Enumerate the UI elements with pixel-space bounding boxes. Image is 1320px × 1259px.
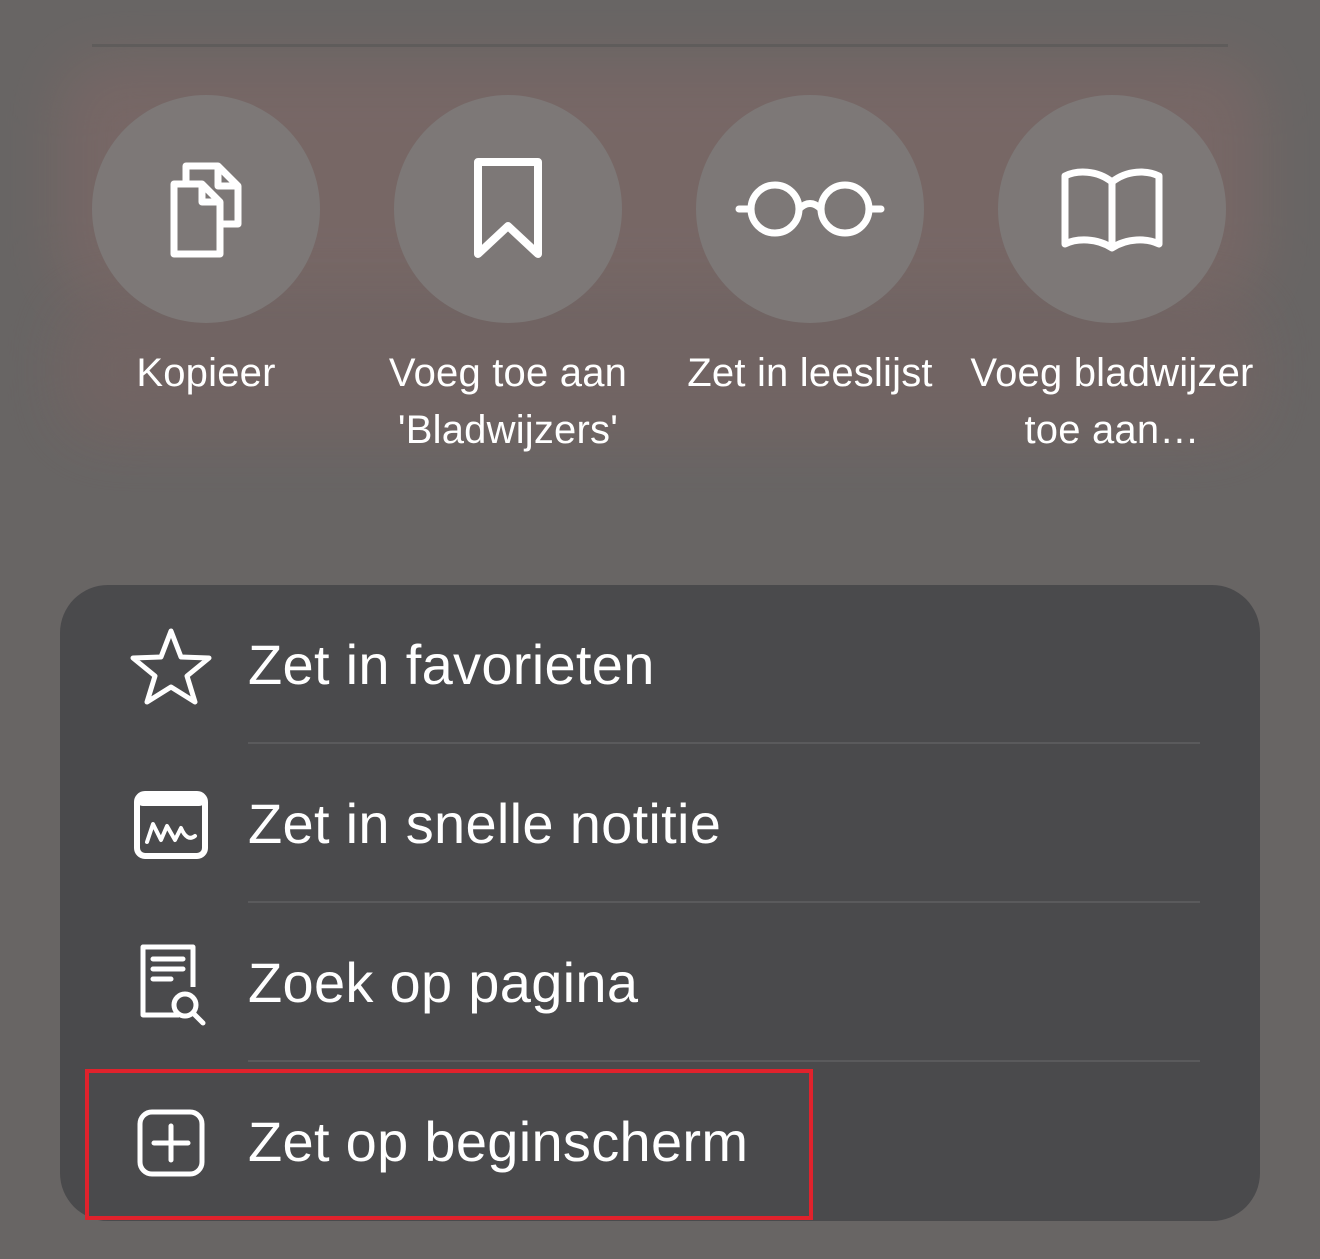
menu-item-find-on-page[interactable]: Zoek op pagina xyxy=(60,903,1260,1061)
menu-item-icon xyxy=(128,623,214,709)
bookmark-icon xyxy=(474,158,542,258)
share-menu-list: Zet in favorieten Zet in snelle notitie xyxy=(60,585,1260,1221)
menu-item-label: Zet in snelle notitie xyxy=(248,792,722,855)
quick-note-icon xyxy=(134,791,208,859)
star-icon xyxy=(130,628,212,705)
menu-item-icon xyxy=(128,1100,214,1186)
menu-item-icon xyxy=(128,782,214,868)
menu-item-label: Zet in favorieten xyxy=(248,633,655,696)
menu-item-quick-note[interactable]: Zet in snelle notitie xyxy=(60,744,1260,902)
plus-square-icon xyxy=(137,1109,205,1177)
find-on-page-icon xyxy=(140,944,206,1026)
action-reading-list[interactable]: Zet in leeslijst xyxy=(659,95,961,525)
action-add-bookmark[interactable]: Voeg toe aan 'Bladwijzers' xyxy=(357,95,659,525)
action-label: Zet in leeslijst xyxy=(687,351,933,395)
menu-item-favorites[interactable]: Zet in favorieten xyxy=(60,585,1260,743)
menu-item-icon xyxy=(128,941,214,1027)
action-label: Voeg toe aan 'Bladwijzers' xyxy=(388,351,628,452)
action-add-bookmark-to-circle[interactable] xyxy=(998,95,1226,323)
action-label: Voeg bladwijzer toe aan… xyxy=(970,351,1254,452)
action-copy-circle[interactable] xyxy=(92,95,320,323)
menu-item-label: Zoek op pagina xyxy=(248,951,639,1014)
action-add-bookmark-circle[interactable] xyxy=(394,95,622,323)
action-reading-list-circle[interactable] xyxy=(696,95,924,323)
copy-icon xyxy=(170,162,242,258)
menu-item-label: Zet op beginscherm xyxy=(248,1110,749,1173)
action-label: Kopieer xyxy=(136,351,276,395)
action-copy[interactable]: Kopieer xyxy=(55,95,357,525)
menu-item-add-to-home-screen[interactable]: Zet op beginscherm xyxy=(60,1062,1260,1220)
book-icon xyxy=(1061,168,1163,252)
share-actions-row: Kopieer Voeg toe aan 'Bladwijzers' Zet i… xyxy=(55,95,1265,525)
action-add-bookmark-to[interactable]: Voeg bladwijzer toe aan… xyxy=(961,95,1263,525)
background-divider xyxy=(92,44,1228,47)
share-sheet-screen: Kopieer Voeg toe aan 'Bladwijzers' Zet i… xyxy=(0,0,1320,1259)
glasses-icon xyxy=(735,181,885,237)
